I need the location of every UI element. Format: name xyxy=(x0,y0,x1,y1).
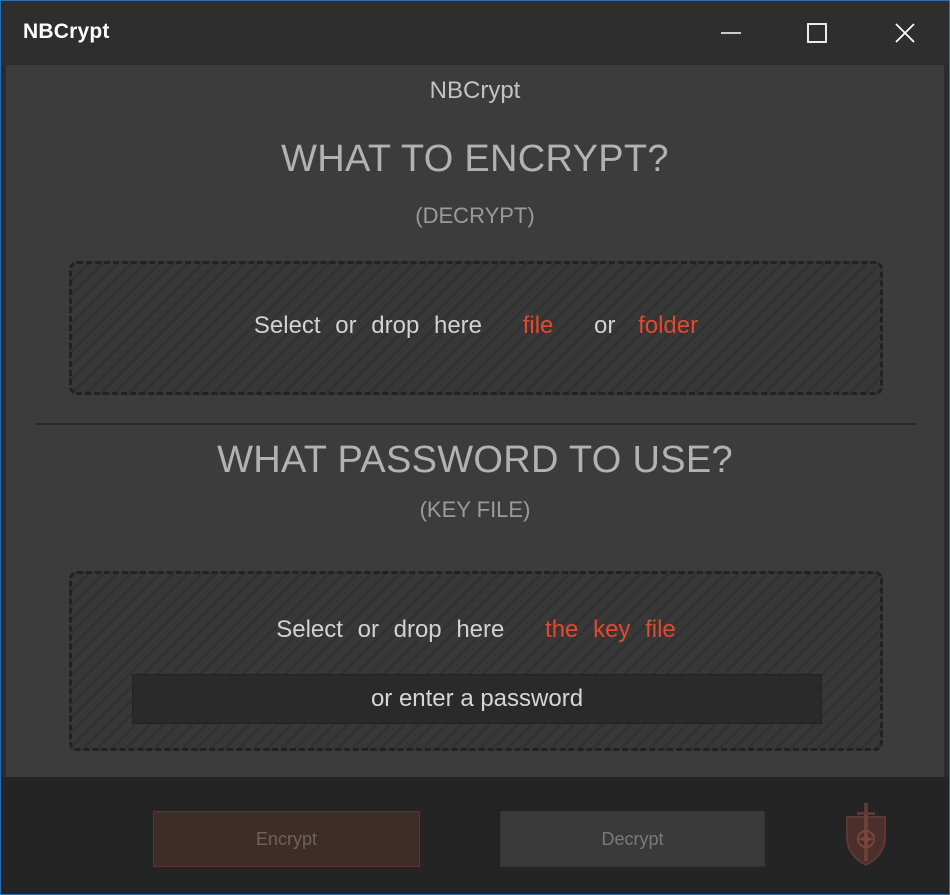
minimize-icon xyxy=(721,32,741,34)
select-file-link[interactable]: file xyxy=(523,312,554,339)
minimize-button[interactable] xyxy=(687,1,775,65)
select-folder-link[interactable]: folder xyxy=(638,312,698,339)
target-dropzone-or: or xyxy=(594,312,616,339)
select-key-file-link[interactable]: the key file xyxy=(545,616,676,643)
app-name-header: NBCrypt xyxy=(429,77,521,104)
maximize-icon xyxy=(807,23,827,43)
encrypt-button[interactable]: Encrypt xyxy=(153,811,420,867)
decrypt-button[interactable]: Decrypt xyxy=(500,811,765,867)
target-dropzone-text: Select or drop here file or folder xyxy=(72,312,880,340)
close-button[interactable] xyxy=(861,1,949,65)
key-dropzone[interactable]: Select or drop here the key file xyxy=(69,571,883,751)
target-dropzone[interactable]: Select or drop here file or folder xyxy=(69,261,883,395)
encrypt-section-title: WHAT TO ENCRYPT? xyxy=(281,138,669,180)
target-dropzone-prefix: Select or drop here xyxy=(253,312,483,339)
section-divider xyxy=(36,423,916,425)
title-bar[interactable]: NBCrypt xyxy=(1,1,949,65)
footer-bar: Encrypt Decrypt xyxy=(1,777,949,894)
main-panel: NBCrypt WHAT TO ENCRYPT? (DECRYPT) Selec… xyxy=(6,65,944,777)
key-dropzone-text: Select or drop here the key file xyxy=(72,616,880,644)
encrypt-section-subtitle: (DECRYPT) xyxy=(415,203,535,228)
window-title: NBCrypt xyxy=(23,20,110,43)
key-dropzone-prefix: Select or drop here xyxy=(276,616,505,643)
shield-sword-logo-icon xyxy=(846,803,886,867)
app-window: NBCrypt NBCrypt WHAT TO ENCRYPT? (DECRYP… xyxy=(0,0,950,895)
close-icon xyxy=(895,23,915,43)
password-section-title: WHAT PASSWORD TO USE? xyxy=(217,439,733,481)
maximize-button[interactable] xyxy=(773,1,861,65)
password-input[interactable] xyxy=(132,674,822,724)
password-section-subtitle: (KEY FILE) xyxy=(419,497,531,522)
